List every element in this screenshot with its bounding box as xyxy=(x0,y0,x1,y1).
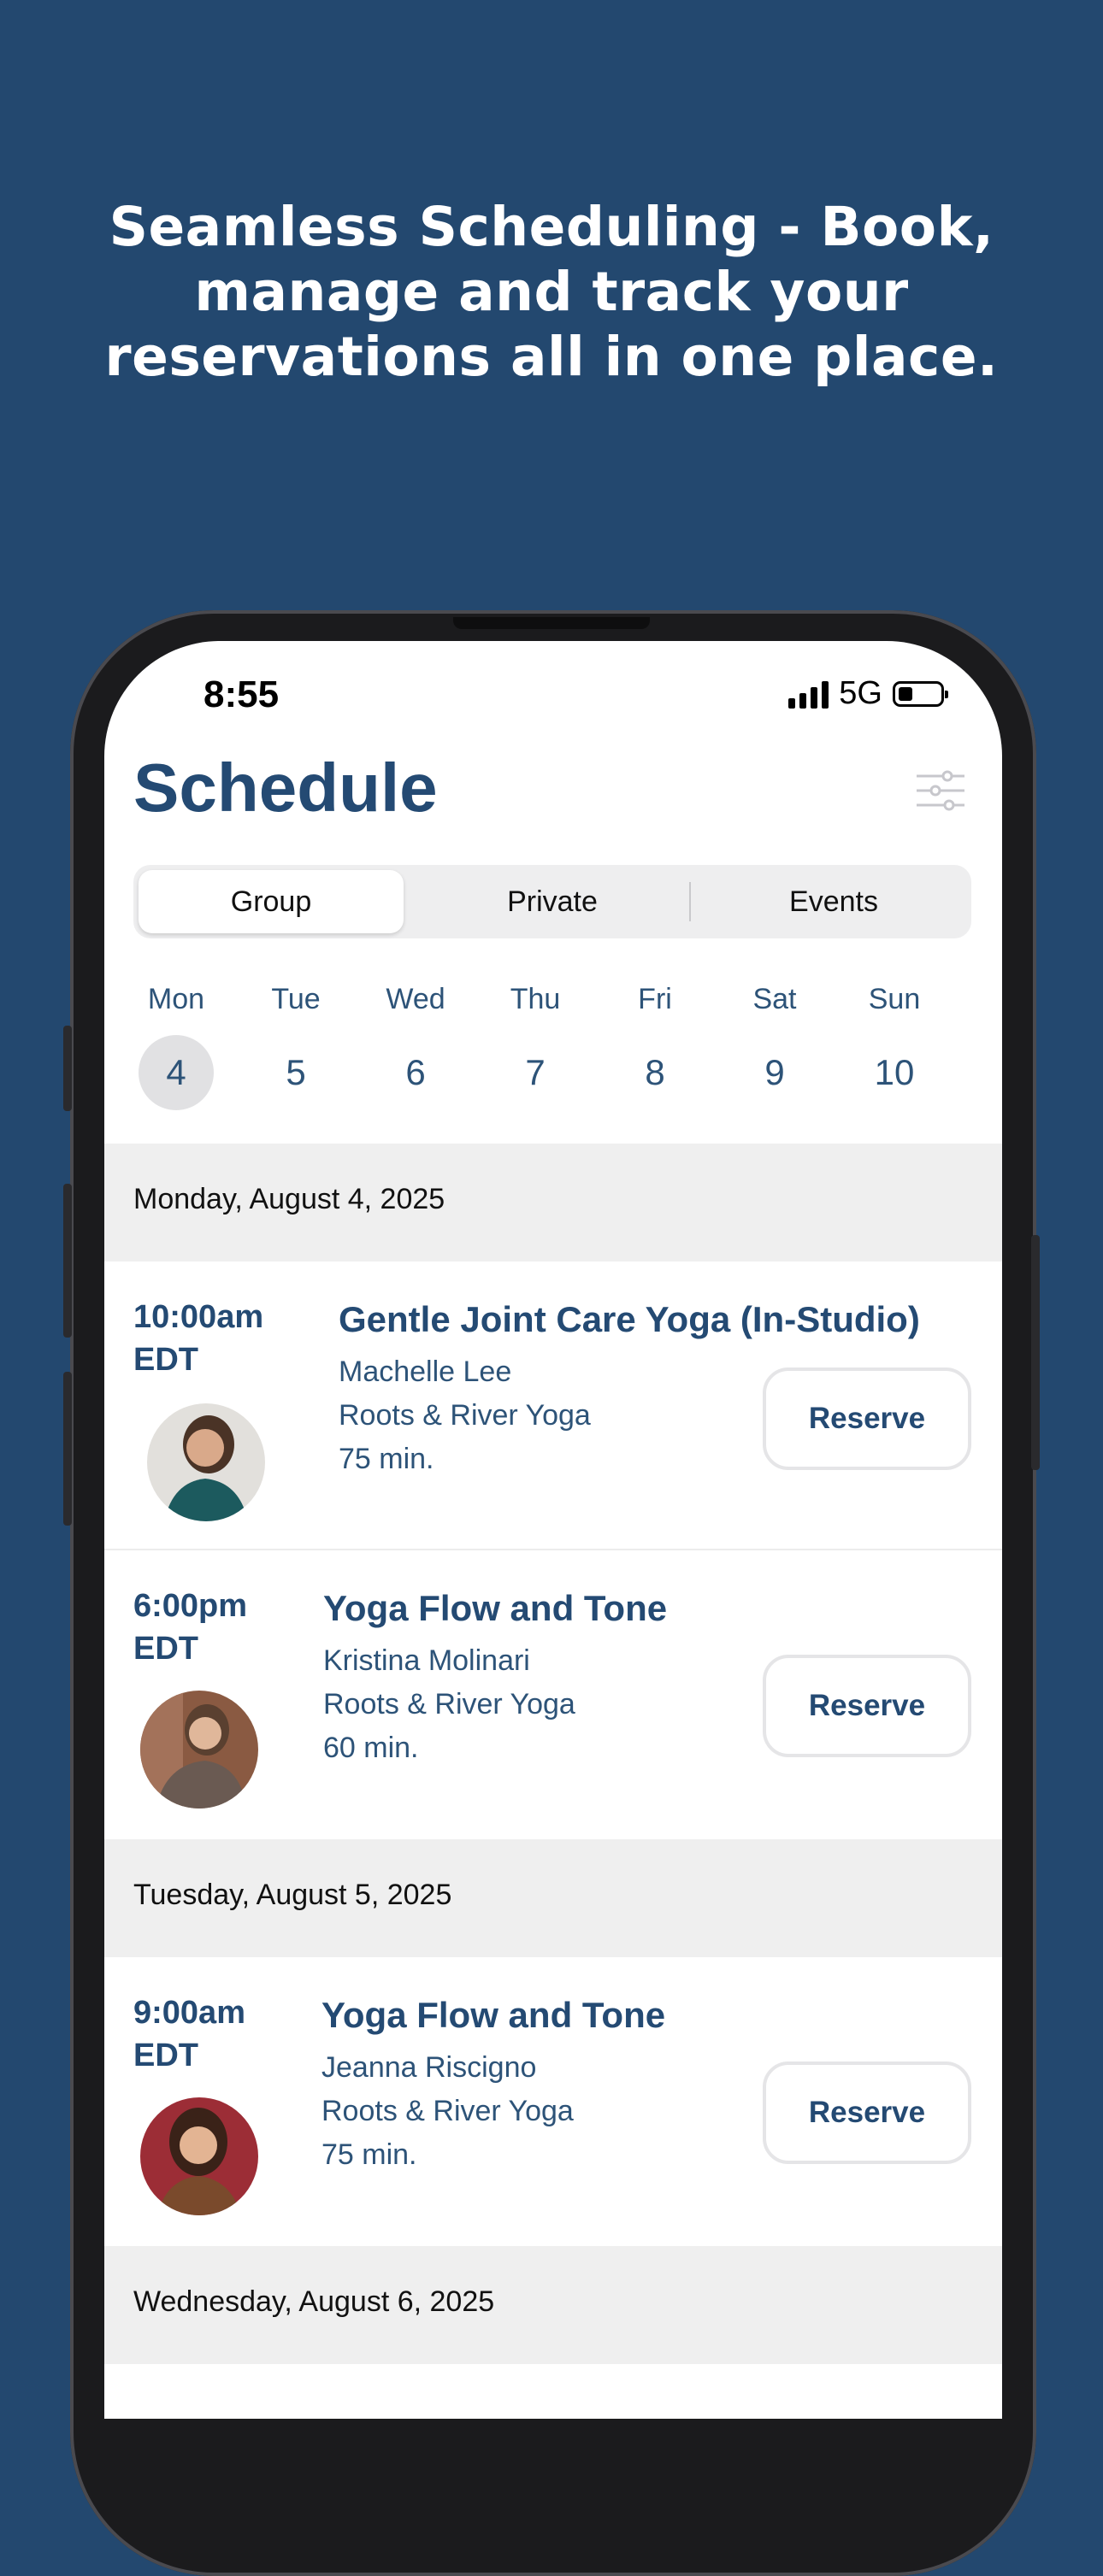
class-timezone: EDT xyxy=(133,2038,198,2073)
class-duration: 75 min. xyxy=(321,2138,417,2171)
day-name: Tue xyxy=(271,983,321,1015)
headline-line-3: reservations all in one place. xyxy=(104,326,999,388)
studio-name: Roots & River Yoga xyxy=(339,1399,591,1432)
tab-events[interactable]: Events xyxy=(701,870,966,933)
tab-private-label: Private xyxy=(507,885,598,918)
day-number: 9 xyxy=(764,1052,785,1092)
day-number: 4 xyxy=(139,1035,214,1110)
class-row[interactable]: 6:00pm EDT Yoga Flow and Tone Kristina M… xyxy=(104,1550,1002,1839)
date-section-header: Tuesday, August 5, 2025 xyxy=(104,1839,1002,1957)
phone-side-button xyxy=(1031,1235,1040,1470)
class-time-value: 10:00am xyxy=(133,1299,264,1335)
tab-events-label: Events xyxy=(789,885,878,918)
class-name: Yoga Flow and Tone xyxy=(321,1995,666,2035)
day-name: Sun xyxy=(868,983,921,1015)
day-tue[interactable]: Tue 5 xyxy=(253,983,339,1110)
class-time: 6:00pm EDT xyxy=(133,1585,247,1670)
day-number: 8 xyxy=(645,1052,665,1092)
instructor-avatar xyxy=(140,1691,258,1808)
date-header-label: Monday, August 4, 2025 xyxy=(133,1183,445,1215)
phone-side-button xyxy=(63,1026,72,1111)
studio-name: Roots & River Yoga xyxy=(321,2095,574,2127)
class-time-value: 9:00am xyxy=(133,1995,245,2031)
day-name: Mon xyxy=(147,983,205,1015)
reserve-button[interactable]: Reserve xyxy=(763,2061,971,2164)
tab-divider xyxy=(689,882,691,921)
date-header-label: Tuesday, August 5, 2025 xyxy=(133,1879,452,1911)
class-duration: 75 min. xyxy=(339,1443,434,1475)
instructor-avatar xyxy=(147,1403,265,1521)
phone-speaker xyxy=(453,617,650,629)
class-time: 10:00am EDT xyxy=(133,1296,263,1381)
status-indicators: 5G xyxy=(788,675,948,712)
status-time: 8:55 xyxy=(203,673,280,715)
headline-line-1: Seamless Scheduling - Book, xyxy=(109,196,994,258)
tab-group-label: Group xyxy=(230,885,312,918)
class-row[interactable]: 9:00am EDT Yoga Flow and Tone Jeanna Ris… xyxy=(104,1957,1002,2246)
phone-side-button xyxy=(63,1372,72,1526)
filter-icon[interactable] xyxy=(915,769,966,812)
signal-icon xyxy=(788,679,829,709)
class-row[interactable]: 10:00am EDT Gentle Joint Care Yoga (In-S… xyxy=(104,1262,1002,1549)
day-name: Wed xyxy=(386,983,445,1015)
date-section-header: Wednesday, August 6, 2025 xyxy=(104,2246,1002,2364)
day-wed[interactable]: Wed 6 xyxy=(373,983,458,1110)
instructor-avatar xyxy=(140,2097,258,2215)
day-fri[interactable]: Fri 8 xyxy=(612,983,698,1110)
day-sat[interactable]: Sat 9 xyxy=(732,983,817,1110)
class-details: Jeanna Riscigno Roots & River Yoga 75 mi… xyxy=(321,2046,574,2177)
class-duration: 60 min. xyxy=(323,1732,419,1764)
date-header-label: Wednesday, August 6, 2025 xyxy=(133,2285,495,2318)
week-strip: Mon 4 Tue 5 Wed 6 Thu 7 Fri 8 Sat 9 Sun … xyxy=(133,983,971,1110)
battery-icon xyxy=(893,680,948,707)
marketing-headline: Seamless Scheduling - Book, manage and t… xyxy=(0,195,1103,390)
day-number: 6 xyxy=(405,1052,426,1092)
day-number: 5 xyxy=(286,1052,306,1092)
day-name: Sat xyxy=(752,983,797,1015)
class-name: Yoga Flow and Tone xyxy=(323,1588,668,1628)
day-name: Thu xyxy=(510,983,561,1015)
day-number: 10 xyxy=(874,1052,915,1092)
instructor-name: Kristina Molinari xyxy=(323,1644,530,1677)
class-name: Gentle Joint Care Yoga (In-Studio) xyxy=(339,1299,920,1339)
class-timezone: EDT xyxy=(133,1631,198,1667)
class-details: Machelle Lee Roots & River Yoga 75 min. xyxy=(339,1350,591,1481)
reserve-button[interactable]: Reserve xyxy=(763,1367,971,1470)
phone-side-button xyxy=(63,1184,72,1338)
class-time: 9:00am EDT xyxy=(133,1991,245,2077)
reserve-button[interactable]: Reserve xyxy=(763,1655,971,1757)
headline-line-2: manage and track your xyxy=(194,261,909,323)
day-sun[interactable]: Sun 10 xyxy=(852,983,937,1110)
date-section-header: Monday, August 4, 2025 xyxy=(104,1144,1002,1262)
network-label: 5G xyxy=(839,675,882,711)
class-details: Kristina Molinari Roots & River Yoga 60 … xyxy=(323,1639,575,1770)
day-mon[interactable]: Mon 4 xyxy=(133,983,219,1110)
day-thu[interactable]: Thu 7 xyxy=(493,983,578,1110)
day-name: Fri xyxy=(638,983,672,1015)
instructor-name: Machelle Lee xyxy=(339,1356,512,1388)
tab-private[interactable]: Private xyxy=(420,870,685,933)
schedule-type-tabs: Group Private Events xyxy=(133,865,971,938)
app-screen: 8:55 5G Schedule Group Private Events Mo… xyxy=(104,641,1002,2419)
class-time-value: 6:00pm xyxy=(133,1588,248,1624)
instructor-name: Jeanna Riscigno xyxy=(321,2051,537,2084)
day-number: 7 xyxy=(525,1052,546,1092)
page-title: Schedule xyxy=(133,750,438,826)
studio-name: Roots & River Yoga xyxy=(323,1688,575,1720)
class-timezone: EDT xyxy=(133,1342,198,1378)
tab-group[interactable]: Group xyxy=(139,870,404,933)
